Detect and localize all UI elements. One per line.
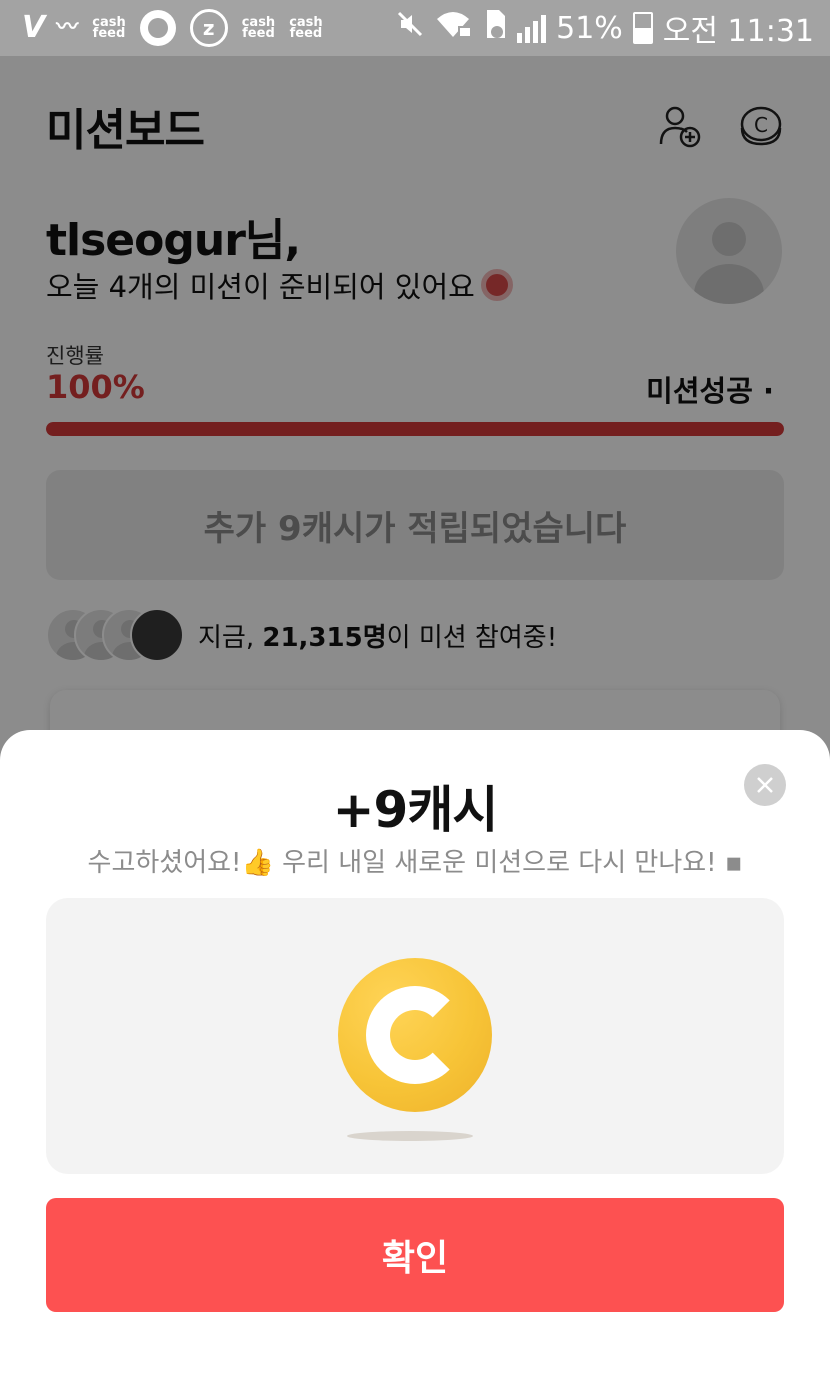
close-button[interactable] (744, 764, 786, 806)
mute-icon (395, 9, 425, 47)
battery-icon (632, 12, 653, 44)
sheet-message: 수고하셨어요!👍 우리 내일 새로운 미션으로 다시 만나요! ▪ (87, 848, 743, 878)
reward-bottom-sheet: +9캐시 수고하셨어요!👍 우리 내일 새로운 미션으로 다시 만나요! ▪ 확… (0, 730, 830, 1382)
cashfeed-icon: cash feed (241, 15, 276, 41)
wifi-lock-icon (435, 9, 473, 47)
reward-illustration (46, 898, 784, 1174)
sd-card-icon (483, 8, 507, 48)
gear-badge-icon (139, 10, 176, 46)
coin-icon (338, 958, 492, 1112)
status-bar: V 〰 cash feed z cash feed cash feed 51% 오전 … (0, 0, 830, 56)
close-icon (757, 777, 773, 793)
clock: 오전 11:31 (662, 14, 814, 49)
v-logo-icon: V (22, 10, 45, 45)
cashfeed-icon: cash feed (289, 15, 323, 41)
sheet-title: +9캐시 (332, 781, 499, 839)
coin-shadow (347, 1131, 473, 1141)
wavy-icon: 〰 (56, 15, 79, 40)
z-icon: z (189, 9, 228, 47)
confirm-button[interactable]: 확인 (46, 1198, 784, 1312)
signal-icon (517, 13, 547, 43)
cashfeed-icon: cash feed (92, 15, 126, 41)
battery-percent: 51% (556, 10, 623, 46)
